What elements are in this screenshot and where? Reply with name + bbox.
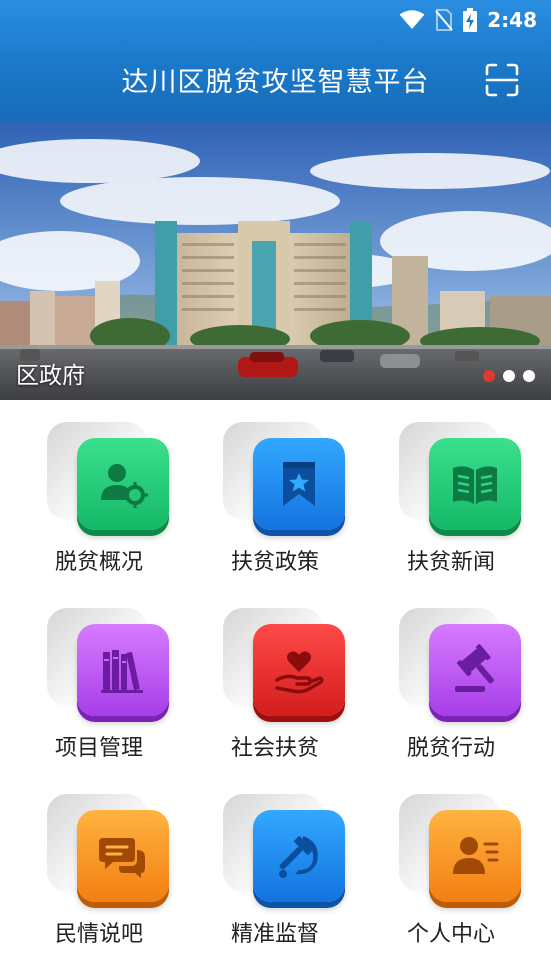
menu-item-social-aid[interactable]: 社会扶贫 <box>200 586 350 761</box>
page-title: 达川区脱贫攻坚智慧平台 <box>121 67 430 98</box>
menu-item-label: 精准监督 <box>230 922 319 947</box>
carousel-dot[interactable] <box>483 370 495 382</box>
carousel-dot[interactable] <box>503 370 515 382</box>
menu-item-policy[interactable]: 扶贫政策 <box>200 400 350 575</box>
battery-charging-icon <box>463 8 478 32</box>
menu-item-label: 扶贫新闻 <box>406 550 495 575</box>
status-time: 2:48 <box>487 8 537 32</box>
books-icon <box>101 650 143 693</box>
user-gear-icon <box>101 464 148 508</box>
menu-item-label: 社会扶贫 <box>230 736 319 761</box>
menu-item-label: 项目管理 <box>54 736 143 761</box>
app-header: 2:48 达川区脱贫攻坚智慧平台 <box>0 0 551 121</box>
banner-carousel[interactable]: 区政府 <box>0 121 551 400</box>
menu-item-public-opinion[interactable]: 民情说吧 <box>24 772 174 947</box>
hammer-sickle-icon <box>279 836 318 878</box>
menu-item-poverty-overview[interactable]: 脱贫概况 <box>24 400 174 575</box>
title-bar: 达川区脱贫攻坚智慧平台 <box>0 40 551 121</box>
contact-card-icon <box>453 837 499 874</box>
menu-item-label: 扶贫政策 <box>230 550 319 575</box>
menu-item-label: 个人中心 <box>406 922 495 947</box>
open-book-icon <box>453 466 497 504</box>
carousel-indicator <box>483 370 535 382</box>
wifi-icon <box>399 10 425 29</box>
menu-item-label: 脱贫概况 <box>54 550 143 575</box>
menu-item-label: 脱贫行动 <box>406 736 495 761</box>
gavel-icon <box>455 644 494 692</box>
menu-item-supervision[interactable]: 精准监督 <box>200 772 350 947</box>
menu-item-action[interactable]: 脱贫行动 <box>376 586 526 761</box>
heart-hand-icon <box>275 651 324 694</box>
chat-bubbles-icon <box>99 838 145 878</box>
scan-icon[interactable] <box>485 63 519 97</box>
carousel-dot[interactable] <box>523 370 535 382</box>
bookmark-star-icon <box>283 462 315 506</box>
status-bar: 2:48 <box>0 0 551 40</box>
menu-item-personal-center[interactable]: 个人中心 <box>376 772 526 947</box>
no-sim-icon <box>435 9 454 31</box>
menu-item-news[interactable]: 扶贫新闻 <box>376 400 526 575</box>
banner-caption: 区政府 <box>16 363 85 389</box>
menu-item-label: 民情说吧 <box>54 922 143 947</box>
menu-item-project-management[interactable]: 项目管理 <box>24 586 174 761</box>
feature-grid: 脱贫概况 扶贫政策 扶贫新闻 项目管理 社会扶贫 脱贫行动 民情说吧 精准监督 … <box>0 400 551 979</box>
